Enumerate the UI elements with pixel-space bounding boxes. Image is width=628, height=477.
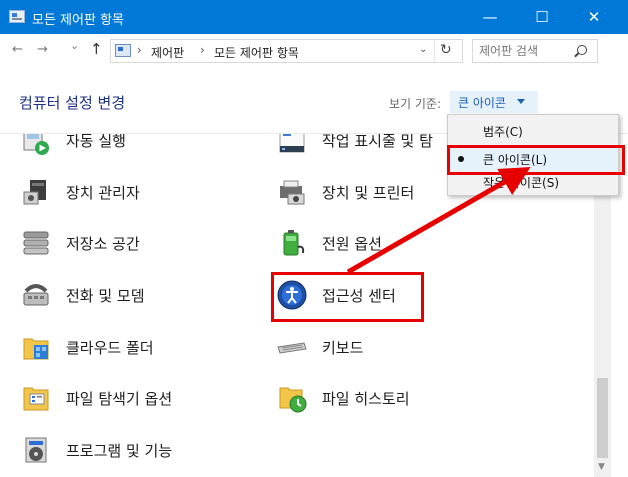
annotation-arrow <box>346 167 531 275</box>
annotation-arrow-overlay <box>346 167 531 275</box>
